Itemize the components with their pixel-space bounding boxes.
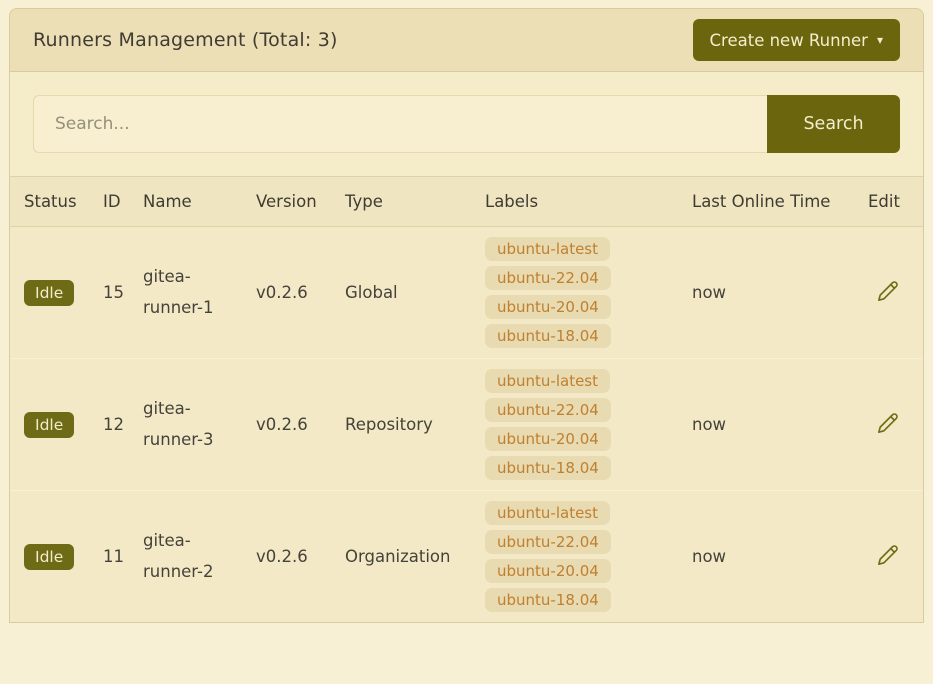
runner-labels: ubuntu-latest ubuntu-22.04 ubuntu-20.04 ubu… [485,227,692,359]
status-badge: Idle [24,412,74,438]
runner-labels: ubuntu-latest ubuntu-22.04 ubuntu-20.04 ubu… [485,359,692,491]
runner-label-pill: ubuntu-18.04 [485,588,611,612]
column-header-status: Status [10,177,103,227]
runner-label-pill: ubuntu-latest [485,369,610,393]
runner-type: Global [345,227,485,359]
runner-name: gitea-runner-2 [143,491,256,623]
last-online-time: now [692,491,868,623]
runner-version: v0.2.6 [256,227,345,359]
runner-label-pill: ubuntu-22.04 [485,266,611,290]
runner-type: Repository [345,359,485,491]
edit-runner-button[interactable] [868,412,899,434]
table-header-row: Status ID Name Version Type Labels Last … [10,177,923,227]
table-row: Idle 12 gitea-runner-3 v0.2.6 Repository… [10,359,923,491]
caret-down-icon: ▾ [877,34,883,46]
table-row: Idle 15 gitea-runner-1 v0.2.6 Global ubu… [10,227,923,359]
search-input[interactable] [33,95,767,153]
runner-name: gitea-runner-1 [143,227,256,359]
pencil-icon [877,544,899,566]
create-runner-label: Create new Runner [710,31,868,50]
runner-label-pill: ubuntu-latest [485,237,610,261]
pencil-icon [877,412,899,434]
runner-label-pill: ubuntu-20.04 [485,427,611,451]
page-title: Runners Management (Total: 3) [33,29,338,51]
edit-runner-button[interactable] [868,544,899,566]
table-row: Idle 11 gitea-runner-2 v0.2.6 Organizati… [10,491,923,623]
status-badge: Idle [24,544,74,570]
column-header-id: ID [103,177,143,227]
panel-body: Search Status ID Name Version Type Label… [9,72,924,623]
runner-labels: ubuntu-latest ubuntu-22.04 ubuntu-20.04 ubu… [485,491,692,623]
pencil-icon [877,280,899,302]
runner-version: v0.2.6 [256,491,345,623]
status-badge: Idle [24,280,74,306]
runner-label-pill: ubuntu-latest [485,501,610,525]
panel-header: Runners Management (Total: 3) Create new… [9,8,924,72]
column-header-name: Name [143,177,256,227]
runner-label-pill: ubuntu-20.04 [485,559,611,583]
runner-id: 15 [103,227,143,359]
runner-label-pill: ubuntu-22.04 [485,398,611,422]
runner-name: gitea-runner-3 [143,359,256,491]
column-header-edit: Edit [868,177,923,227]
runner-label-pill: ubuntu-22.04 [485,530,611,554]
column-header-type: Type [345,177,485,227]
runner-label-pill: ubuntu-20.04 [485,295,611,319]
runner-id: 11 [103,491,143,623]
last-online-time: now [692,227,868,359]
page: Runners Management (Total: 3) Create new… [0,0,933,641]
column-header-labels: Labels [485,177,692,227]
runner-id: 12 [103,359,143,491]
runners-table: Status ID Name Version Type Labels Last … [10,176,923,622]
edit-runner-button[interactable] [868,280,899,302]
create-runner-button[interactable]: Create new Runner ▾ [693,19,900,61]
runner-label-pill: ubuntu-18.04 [485,456,611,480]
last-online-time: now [692,359,868,491]
runner-type: Organization [345,491,485,623]
column-header-last-online: Last Online Time [692,177,868,227]
column-header-version: Version [256,177,345,227]
search-bar: Search [10,72,923,176]
search-button[interactable]: Search [767,95,900,153]
runner-version: v0.2.6 [256,359,345,491]
runner-label-pill: ubuntu-18.04 [485,324,611,348]
